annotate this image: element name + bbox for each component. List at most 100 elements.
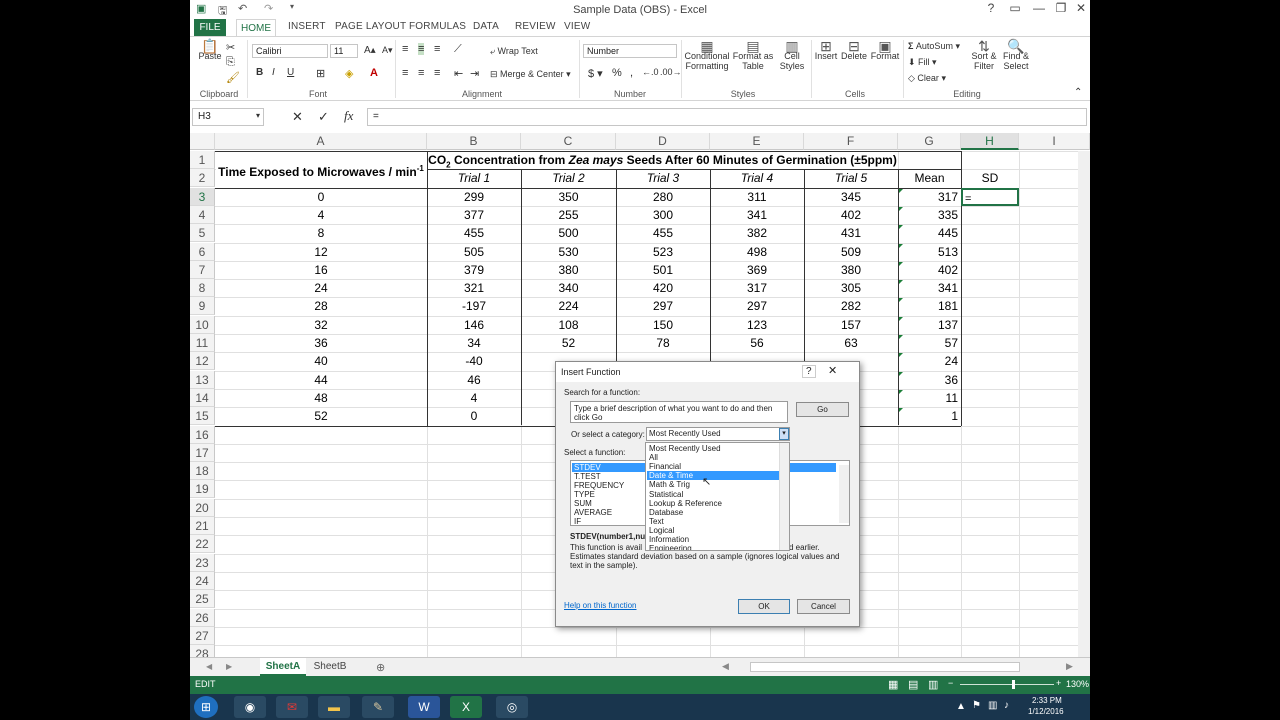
cell-d11[interactable]: 78	[616, 334, 710, 352]
category-item[interactable]: Statistical	[647, 490, 781, 499]
category-item[interactable]: All	[647, 453, 781, 462]
error-indicator-icon[interactable]	[899, 408, 903, 413]
close-icon[interactable]: ✕	[1070, 1, 1090, 15]
ribbon-display-icon[interactable]: ▭	[1004, 1, 1026, 15]
cell-e8[interactable]: 317	[710, 279, 804, 297]
cell-a3[interactable]: 0	[215, 188, 427, 206]
cell-b1-header[interactable]: CO2 Concentration from Zea mays Seeds Af…	[427, 151, 898, 169]
paint-icon[interactable]: ✎	[362, 696, 394, 718]
cell-b8[interactable]: 321	[427, 279, 521, 297]
cell-c8[interactable]: 340	[521, 279, 616, 297]
row-header-8[interactable]: 8	[190, 279, 215, 298]
row-header-10[interactable]: 10	[190, 315, 215, 334]
category-item[interactable]: Math & Trig	[647, 480, 781, 489]
cell-d7[interactable]: 501	[616, 261, 710, 279]
error-indicator-icon[interactable]	[899, 225, 903, 230]
format-painter-icon[interactable]: 🖌	[226, 71, 240, 84]
go-button[interactable]: Go	[796, 402, 849, 417]
normal-view-icon[interactable]: ▦	[888, 678, 898, 691]
row-header-15[interactable]: 15	[190, 407, 215, 426]
row-header-16[interactable]: 16	[190, 425, 215, 444]
row-header-3[interactable]: 3	[190, 187, 215, 206]
column-header-g[interactable]: G	[898, 133, 961, 150]
row-header-12[interactable]: 12	[190, 352, 215, 371]
category-item[interactable]: Lookup & Reference	[647, 499, 781, 508]
cell-a14[interactable]: 48	[215, 389, 427, 407]
row-header-18[interactable]: 18	[190, 462, 215, 481]
cell-trial-header[interactable]: Trial 5	[804, 169, 898, 187]
cell-g7[interactable]: 402	[898, 261, 961, 279]
cell-g12[interactable]: 24	[898, 352, 961, 370]
cell-g3[interactable]: 317	[898, 188, 961, 206]
cell-c3[interactable]: 350	[521, 188, 616, 206]
column-header-d[interactable]: D	[616, 133, 710, 150]
cell-d9[interactable]: 297	[616, 297, 710, 315]
zoom-level[interactable]: 130%	[1066, 679, 1089, 689]
row-header-13[interactable]: 13	[190, 370, 215, 389]
cell-a4[interactable]: 4	[215, 206, 427, 224]
category-item[interactable]: Text	[647, 517, 781, 526]
row-header-19[interactable]: 19	[190, 480, 215, 499]
copy-icon[interactable]: ⎘	[226, 56, 235, 69]
cell-f7[interactable]: 380	[804, 261, 898, 279]
category-select[interactable]: Most Recently Used	[646, 427, 790, 441]
decrease-decimal-icon[interactable]: .00→	[660, 67, 682, 77]
align-left-icon[interactable]: ≡	[402, 67, 408, 79]
row-header-23[interactable]: 23	[190, 553, 215, 572]
row-header-24[interactable]: 24	[190, 571, 215, 590]
cell-e3[interactable]: 311	[710, 188, 804, 206]
sort-filter-button[interactable]: ⇅ Sort & Filter	[968, 39, 1000, 71]
page-break-view-icon[interactable]: ▥	[928, 678, 938, 691]
cell-a10[interactable]: 32	[215, 316, 427, 334]
category-item[interactable]: Most Recently Used	[647, 444, 781, 453]
error-indicator-icon[interactable]	[899, 389, 903, 394]
cell-e10[interactable]: 123	[710, 316, 804, 334]
column-header-b[interactable]: B	[427, 133, 521, 150]
cell-a1-header[interactable]: Time Exposed to Microwaves / min-1	[215, 151, 427, 188]
error-indicator-icon[interactable]	[899, 261, 903, 266]
cell-g9[interactable]: 181	[898, 297, 961, 315]
clock-date[interactable]: 1/12/2016	[1028, 707, 1064, 716]
obs-icon[interactable]: ◎	[496, 696, 528, 718]
minimize-icon[interactable]: —	[1028, 1, 1050, 15]
cell-d4[interactable]: 300	[616, 206, 710, 224]
insert-cells-button[interactable]: ⊞ Insert	[813, 39, 839, 61]
cell-g13[interactable]: 36	[898, 371, 961, 389]
tray-up-icon[interactable]: ▲	[956, 701, 966, 712]
tab-insert[interactable]: INSERT	[288, 21, 326, 32]
tab-data[interactable]: DATA	[473, 21, 499, 32]
italic-icon[interactable]: I	[272, 67, 275, 78]
increase-decimal-icon[interactable]: ←.0	[642, 67, 659, 77]
insert-function-icon[interactable]: fx	[344, 108, 353, 124]
grow-font-icon[interactable]: A▴	[364, 45, 376, 56]
restore-icon[interactable]: ❐	[1050, 1, 1072, 15]
cell-mean-header[interactable]: Mean	[898, 169, 961, 187]
scroll-left-icon[interactable]: ◀	[722, 661, 729, 672]
cell-styles-button[interactable]: ▥ Cell Styles	[775, 39, 809, 71]
cell-c10[interactable]: 108	[521, 316, 616, 334]
format-as-table-button[interactable]: ▤ Format as Table	[732, 39, 774, 71]
cell-d3[interactable]: 280	[616, 188, 710, 206]
cell-c9[interactable]: 224	[521, 297, 616, 315]
cell-e6[interactable]: 498	[710, 243, 804, 261]
cell-b9[interactable]: -197	[427, 297, 521, 315]
cell-g5[interactable]: 445	[898, 224, 961, 242]
formula-input[interactable]: =	[367, 108, 1087, 126]
row-header-9[interactable]: 9	[190, 297, 215, 316]
cancel-button[interactable]: Cancel	[797, 599, 850, 614]
row-header-21[interactable]: 21	[190, 517, 215, 535]
cell-b6[interactable]: 505	[427, 243, 521, 261]
cell-trial-header[interactable]: Trial 3	[616, 169, 710, 187]
cell-g14[interactable]: 11	[898, 389, 961, 407]
conditional-formatting-button[interactable]: ▦ Conditional Formatting	[684, 39, 730, 71]
cell-g6[interactable]: 513	[898, 243, 961, 261]
cut-icon[interactable]: ✂	[226, 41, 235, 54]
new-sheet-icon[interactable]: ⊕	[376, 661, 385, 674]
align-bottom-icon[interactable]: ≡	[434, 43, 440, 55]
sheet-tab-sheeta[interactable]: SheetA	[260, 658, 306, 676]
cell-c4[interactable]: 255	[521, 206, 616, 224]
row-header-5[interactable]: 5	[190, 224, 215, 243]
cell-a9[interactable]: 28	[215, 297, 427, 315]
currency-icon[interactable]: $ ▾	[588, 67, 603, 80]
row-header-22[interactable]: 22	[190, 535, 215, 554]
